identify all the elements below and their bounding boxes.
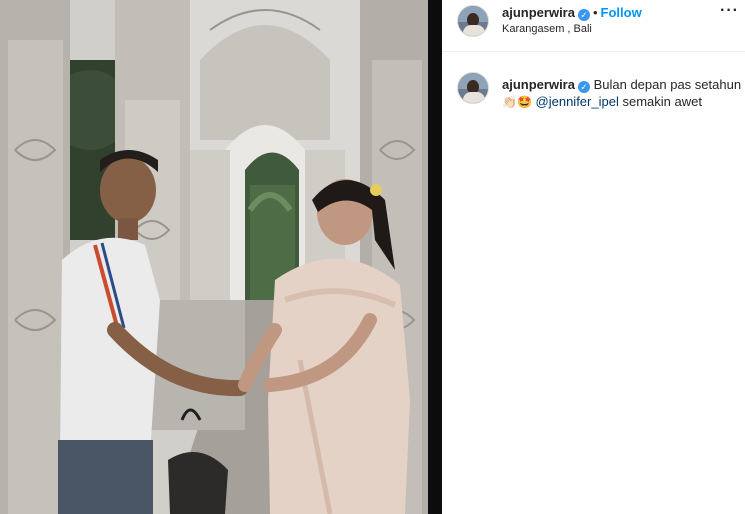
separator-dot: • [592, 5, 598, 20]
caption-username[interactable]: ajunperwira [502, 77, 575, 92]
caption-text: ajunperwira ✓ Bulan depan pas setahun 👏🏻🤩… [502, 76, 742, 111]
post-photo[interactable] [0, 0, 441, 514]
photo-couple-at-temple [0, 0, 441, 514]
post-header: ajunperwira ✓ • Follow Karangasem , Bali ··… [442, 0, 745, 52]
header-user-line: ajunperwira ✓ • Follow [502, 5, 642, 21]
caption-body: Bulan depan pas setahun [593, 77, 742, 92]
clapping-hands-emoji: 👏🏻 [502, 95, 517, 109]
caption-avatar[interactable] [457, 72, 489, 104]
post-location[interactable]: Karangasem , Bali [502, 23, 592, 35]
follow-button[interactable]: Follow [601, 5, 642, 20]
author-avatar[interactable] [457, 5, 489, 37]
caption-body-end: semakin awet [622, 94, 702, 109]
caption-mention-link[interactable]: @jennifer_ipel [536, 94, 619, 109]
author-username[interactable]: ajunperwira [502, 5, 575, 20]
post-sidebar: ajunperwira ✓ • Follow Karangasem , Bali ··… [442, 0, 745, 514]
verified-badge-icon: ✓ [577, 81, 590, 93]
star-struck-emoji: 🤩 [516, 95, 532, 109]
verified-badge-icon: ✓ [577, 9, 590, 21]
more-options-icon[interactable]: ··· [720, 2, 739, 20]
media-edge [428, 0, 442, 514]
